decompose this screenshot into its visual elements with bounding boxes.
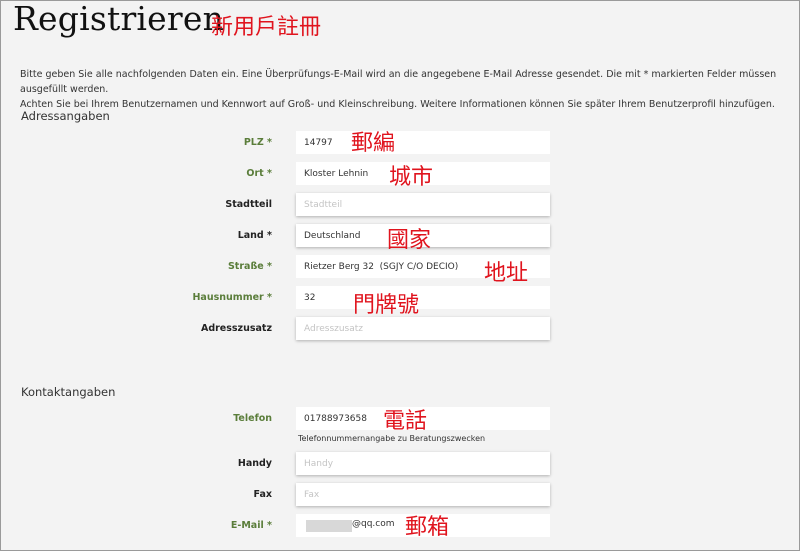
telefon-annotation: 電話 [383, 409, 428, 434]
email-annotation: 郵箱 [405, 515, 450, 540]
stadtteil-label: Stadtteil [225, 199, 272, 210]
plz-annotation: 郵編 [351, 131, 396, 156]
hausnummer-input[interactable] [296, 286, 550, 309]
intro-line-2: Achten Sie bei Ihrem Benutzernamen und K… [20, 99, 775, 110]
adresszusatz-input[interactable] [296, 317, 550, 340]
handy-input[interactable] [296, 452, 550, 475]
section-heading-address: Adressangaben [21, 109, 110, 123]
plz-label: PLZ * [243, 137, 272, 148]
land-annotation: 國家 [387, 228, 432, 253]
hausnummer-label: Hausnummer * [192, 292, 272, 303]
land-label: Land * [237, 230, 272, 241]
handy-label: Handy [237, 458, 272, 469]
telefon-label: Telefon [233, 413, 272, 424]
plz-input[interactable] [296, 131, 550, 154]
adresszusatz-label: Adresszusatz [200, 323, 272, 334]
email-label: E-Mail * [230, 520, 272, 531]
title-annotation: 新用戶註冊 [211, 15, 322, 40]
telefon-hint: Telefonnummernangabe zu Beratungszwecken [298, 434, 486, 443]
section-heading-contact: Kontaktangaben [21, 385, 116, 399]
email-domain: @qq.com [352, 519, 395, 529]
ort-annotation: 城市 [389, 165, 434, 190]
intro-text: Bitte geben Sie alle nachfolgenden Daten… [20, 67, 795, 112]
hausnummer-annotation: 門牌號 [353, 293, 420, 318]
strasse-label: Straße * [227, 261, 272, 272]
registration-form: Registrieren 新用戶註冊 Bitte geben Sie alle … [0, 0, 800, 551]
fax-label: Fax [253, 489, 272, 500]
email-redaction [306, 520, 352, 532]
ort-label: Ort * [246, 168, 272, 179]
page-title: Registrieren [13, 0, 225, 38]
fax-input[interactable] [296, 483, 550, 506]
strasse-annotation: 地址 [484, 261, 529, 286]
intro-line-1: Bitte geben Sie alle nachfolgenden Daten… [20, 69, 777, 95]
stadtteil-input[interactable] [296, 193, 550, 216]
